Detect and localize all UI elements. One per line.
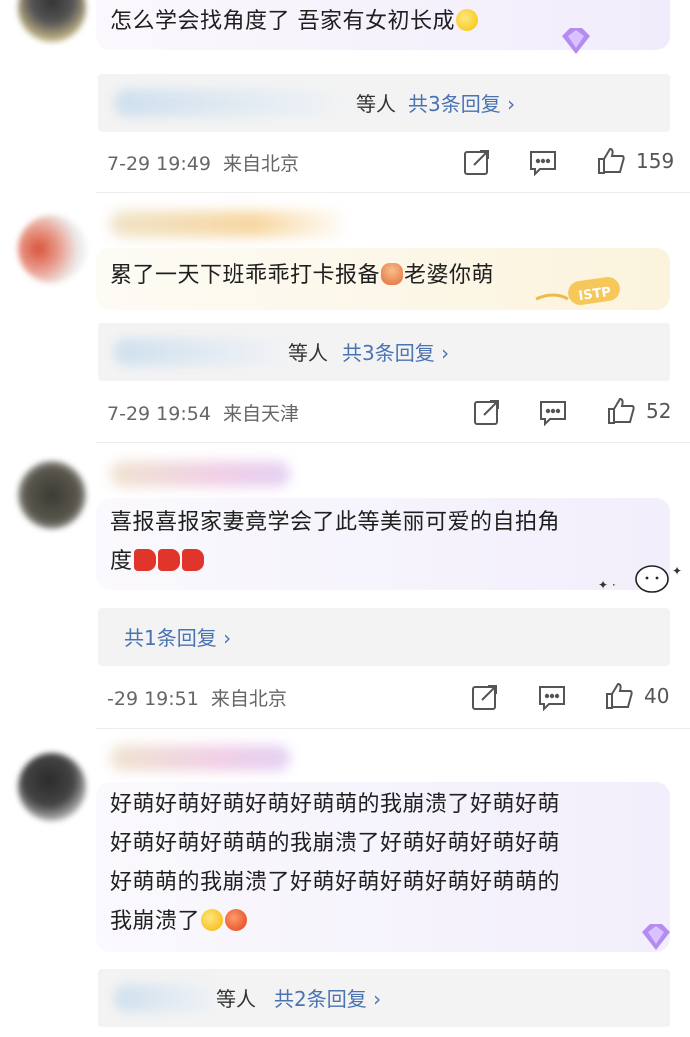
share-icon[interactable] [462, 147, 492, 177]
replier-names-blurred [114, 338, 294, 366]
comment-meta: -29 19:51 来自北京 [107, 684, 293, 711]
comment-text: 好萌好萌好萌好萌好萌萌的我崩溃了好萌好萌 好萌好萌好萌萌的我崩溃了好萌好萌好萌好… [110, 785, 560, 941]
comment-meta: 7-29 19:49 来自北京 [107, 149, 305, 176]
replier-names-blurred [114, 89, 354, 117]
comment-1: 怎么学会找角度了 吾家有女初长成 等人 共3条回复 › 7-29 19:49 来… [0, 0, 690, 192]
reply-summary[interactable]: 共1条回复 › [98, 608, 670, 666]
timestamp: 7-29 19:54 [107, 403, 211, 425]
replier-names-blurred [114, 984, 224, 1012]
share-icon[interactable] [472, 397, 502, 427]
username-blurred [110, 211, 350, 237]
share-icon[interactable] [470, 682, 500, 712]
avatar[interactable] [18, 0, 86, 42]
comment-2: 累了一天下班乖乖打卡报备 老婆你萌 ISTP 等人 共3条回复 › 7-29 19… [0, 193, 690, 441]
megaphone-icon [181, 549, 204, 571]
crying-face-icon [456, 9, 478, 31]
reply-suffix: 等人 [216, 987, 256, 1011]
thumbs-up-icon[interactable] [596, 146, 626, 176]
comment-icon[interactable] [528, 147, 558, 177]
like-count: 40 [644, 684, 670, 708]
timestamp: -29 19:51 [107, 688, 199, 710]
view-replies-link[interactable]: 共3条回复 › [342, 337, 449, 366]
angry-face-icon [225, 909, 248, 931]
svg-text:✦: ✦ [672, 564, 682, 578]
comment-meta: 7-29 19:54 来自天津 [107, 399, 305, 426]
reply-summary[interactable]: 等人 共2条回复 › [98, 969, 670, 1027]
location: 来自北京 [222, 153, 299, 175]
comment-text: 怎么学会找角度了 吾家有女初长成 [110, 2, 479, 41]
reply-summary[interactable]: 等人 共3条回复 › [98, 74, 670, 132]
view-replies-link[interactable]: 共1条回复 › [124, 622, 231, 651]
comment-line: 好萌萌的我崩溃了好萌好萌好萌好萌好萌萌的 [110, 870, 561, 895]
timestamp: 7-29 19:49 [107, 153, 211, 175]
username-blurred [110, 745, 290, 771]
like-count: 52 [646, 399, 672, 423]
svg-text:✦ ·: ✦ · [598, 578, 616, 592]
comment-4: 好萌好萌好萌好萌好萌萌的我崩溃了好萌好萌 好萌好萌好萌萌的我崩溃了好萌好萌好萌好… [0, 729, 690, 1037]
comment-line: 好萌好萌好萌好萌好萌萌的我崩溃了好萌好萌 [110, 792, 561, 817]
comment-text: 累了一天下班乖乖打卡报备 老婆你萌 [110, 263, 495, 288]
thumbs-up-icon[interactable] [606, 396, 636, 426]
comment-icon[interactable] [537, 682, 567, 712]
view-replies-link[interactable]: 共2条回复 › [274, 983, 381, 1012]
cat-sticker-icon: ✦ · ✦ [598, 564, 682, 593]
tired-face-icon [201, 909, 224, 931]
location: 来自天津 [222, 403, 299, 425]
avatar[interactable] [18, 753, 86, 821]
person-hug-icon [381, 263, 404, 285]
comment-icon[interactable] [538, 397, 568, 427]
comment-line: 好萌好萌好萌萌的我崩溃了好萌好萌好萌好萌 [110, 831, 561, 856]
diamond-badge-icon [562, 28, 590, 54]
username-blurred [110, 461, 290, 487]
diamond-badge-icon [642, 924, 670, 950]
reply-summary[interactable]: 等人 共3条回复 › [98, 323, 670, 381]
avatar[interactable] [18, 215, 86, 283]
reply-suffix: 等人 [356, 92, 396, 116]
like-count: 159 [636, 149, 675, 173]
comment-text: 喜报喜报家妻竟学会了此等美丽可爱的自拍角 度 [110, 510, 561, 574]
view-replies-link[interactable]: 共3条回复 › [408, 88, 515, 117]
thumbs-up-icon[interactable] [604, 681, 634, 711]
istp-sticker-icon: ISTP [535, 277, 620, 305]
avatar[interactable] [18, 461, 86, 529]
location: 来自北京 [210, 688, 287, 710]
reply-suffix: 等人 [288, 341, 328, 365]
comment-3: 喜报喜报家妻竟学会了此等美丽可爱的自拍角 度 ✦ · ✦ 共1条回复 › -29… [0, 443, 690, 733]
comment-line: 我崩溃了 [110, 909, 201, 934]
megaphone-icon [157, 549, 180, 571]
megaphone-icon [133, 549, 156, 571]
